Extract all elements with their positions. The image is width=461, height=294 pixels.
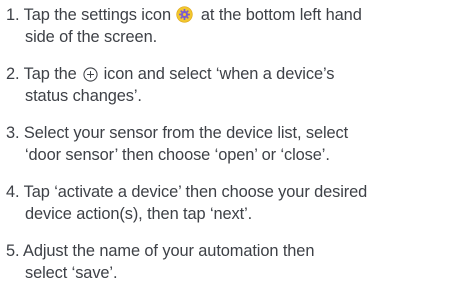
step-1-line-2: side of the screen. — [25, 28, 158, 46]
step-5-line-1: 5. Adjust the name of your automation th… — [6, 242, 315, 260]
step-2-text-end: icon and select ‘when a device’s — [103, 65, 335, 83]
settings-gear-icon — [176, 6, 194, 23]
circled-plus-icon — [83, 67, 98, 82]
step-3-line-1: 3. Select your sensor from the device li… — [6, 124, 349, 142]
instruction-steps: 1. Tap the settings icon at the bottom l… — [0, 0, 461, 294]
step-5-line-2: select ‘save’. — [25, 264, 118, 282]
step-1: 1. Tap the settings icon at the bottom l… — [6, 4, 362, 48]
step-2-line-2: status changes’. — [25, 87, 142, 105]
step-2-text-start: 2. Tap the — [6, 65, 77, 83]
step-5: 5. Adjust the name of your automation th… — [6, 240, 314, 284]
step-4: 4. Tap ‘activate a device’ then choose y… — [6, 181, 367, 225]
step-1-text-end: at the bottom left hand — [200, 6, 362, 24]
step-4-line-1: 4. Tap ‘activate a device’ then choose y… — [6, 183, 368, 201]
step-3-line-2: ‘door sensor’ then choose ‘open’ or ‘clo… — [25, 146, 330, 164]
step-1-text-start: 1. Tap the settings icon — [6, 6, 171, 24]
step-3: 3. Select your sensor from the device li… — [6, 122, 348, 166]
step-4-line-2: device action(s), then tap ‘next’. — [25, 205, 253, 223]
step-2: 2. Tap the icon and select ‘when a devic… — [6, 63, 334, 107]
